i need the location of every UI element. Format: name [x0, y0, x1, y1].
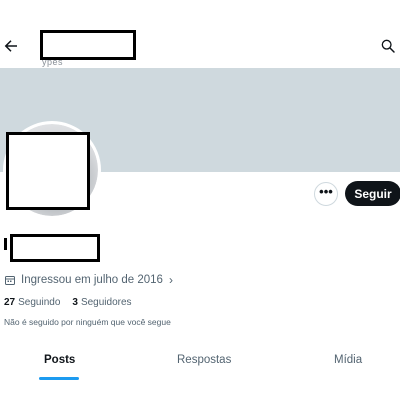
follow-counts: 27 Seguindo 3 Seguidores — [4, 295, 132, 309]
arrow-left-icon[interactable] — [2, 37, 20, 55]
chevron-right-icon: › — [168, 273, 173, 287]
following-count: 27 — [4, 296, 16, 308]
profile-tabs: Posts Respostas Mídia — [0, 346, 400, 380]
tab-respostas[interactable]: Respostas — [177, 354, 231, 366]
following-link[interactable]: 27 Seguindo — [4, 297, 60, 308]
calendar-icon — [5, 276, 15, 285]
joined-date-row[interactable]: Ingressou em julho de 2016 › — [4, 272, 173, 288]
search-icon[interactable] — [380, 38, 396, 54]
redacted-avatar — [6, 132, 90, 210]
redacted-profile-title — [40, 30, 136, 60]
active-tab-indicator — [39, 377, 79, 380]
followers-count: 3 — [72, 296, 78, 308]
name-fragment — [4, 238, 7, 250]
header-subtitle-fragment: ypes — [42, 57, 64, 67]
followers-you-know-notice: Não é seguido por ninguém que você segue — [4, 317, 171, 327]
redacted-display-name — [10, 234, 100, 262]
following-label: Seguindo — [18, 296, 61, 308]
tab-posts[interactable]: Posts — [44, 354, 75, 366]
more-options-button[interactable]: ••• — [314, 182, 338, 206]
tab-midia[interactable]: Mídia — [334, 354, 362, 366]
follow-button[interactable]: Seguir — [345, 181, 400, 206]
followers-label: Seguidores — [80, 296, 132, 308]
followers-link[interactable]: 3 Seguidores — [72, 297, 131, 308]
joined-date: Ingressou em julho de 2016 — [21, 274, 163, 286]
more-options-icon: ••• — [319, 184, 333, 199]
